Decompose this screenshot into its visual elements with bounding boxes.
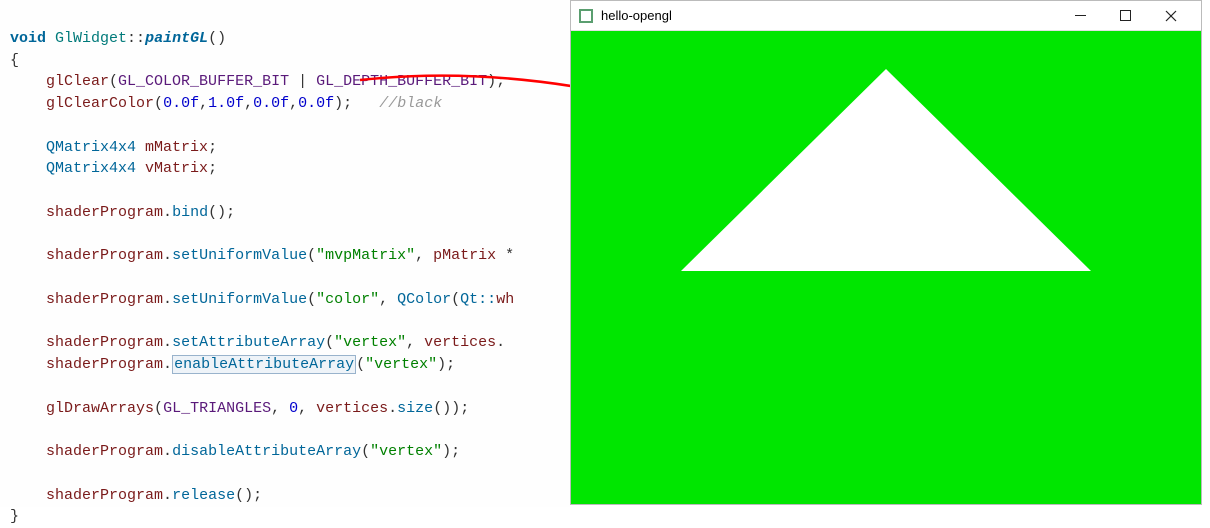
class-name: GlWidget: [55, 30, 127, 47]
comment-black: //black: [379, 95, 442, 112]
fn-gldrawarrays: glDrawArrays: [46, 400, 154, 417]
method-size: size: [397, 400, 433, 417]
opengl-canvas: [571, 31, 1201, 504]
minimize-button[interactable]: [1058, 1, 1103, 31]
type-qcolor: QColor: [397, 291, 451, 308]
maximize-button[interactable]: [1103, 1, 1148, 31]
opengl-window: hello-opengl: [570, 0, 1202, 505]
const-depthbit: GL_DEPTH_BUFFER_BIT: [316, 73, 487, 90]
type-qmatrix: QMatrix4x4: [46, 139, 136, 156]
const-colorbit: GL_COLOR_BUFFER_BIT: [118, 73, 289, 90]
var-shaderprogram: shaderProgram: [46, 204, 163, 221]
method-bind: bind: [172, 204, 208, 221]
function-name: paintGL: [145, 30, 208, 47]
code-editor: void GlWidget::paintGL() { glClear(GL_CO…: [0, 0, 570, 507]
title-bar[interactable]: hello-opengl: [571, 1, 1201, 31]
window-title: hello-opengl: [601, 8, 672, 23]
method-disableattributearray: disableAttributeArray: [172, 443, 361, 460]
const-gltriangles: GL_TRIANGLES: [163, 400, 271, 417]
brace-open: {: [10, 52, 19, 69]
app-icon: [579, 9, 593, 23]
fn-glclear: glClear: [46, 73, 109, 90]
keyword-void: void: [10, 30, 46, 47]
method-setuniformvalue: setUniformValue: [172, 247, 307, 264]
triangle-shape-icon: [571, 31, 1201, 506]
brace-close: }: [10, 508, 19, 525]
parens: (): [208, 30, 226, 47]
close-button[interactable]: [1148, 1, 1193, 31]
fn-glclearcolor: glClearColor: [46, 95, 154, 112]
method-release: release: [172, 487, 235, 504]
scope-op: ::: [127, 30, 145, 47]
method-enableattributearray: enableAttributeArray: [172, 355, 356, 374]
method-setattributearray: setAttributeArray: [172, 334, 325, 351]
